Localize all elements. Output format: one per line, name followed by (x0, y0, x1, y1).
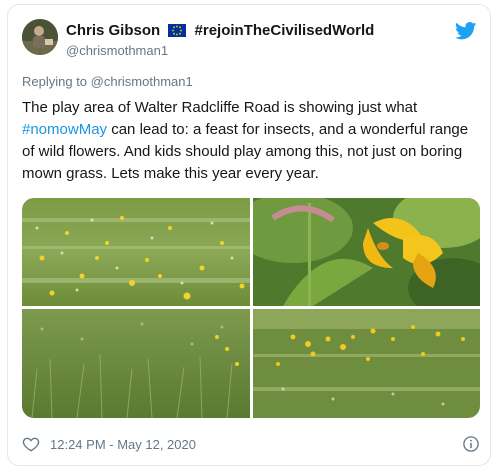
photo-flower-closeup[interactable] (253, 198, 480, 306)
info-icon[interactable] (462, 435, 480, 453)
tweet-card: Chris Gibson #rejoinTheCivilisedWorld @c… (7, 4, 491, 466)
timestamp[interactable]: 12:24 PM - May 12, 2020 (50, 437, 196, 452)
photo-meadow-1[interactable] (22, 198, 250, 306)
twitter-bird-icon[interactable] (455, 22, 477, 40)
author-name-hashtag: #rejoinTheCivilisedWorld (194, 22, 375, 39)
author-name-line[interactable]: Chris Gibson #rejoinTheCivilisedWorld (66, 22, 374, 39)
replying-to: Replying to @chrismothman1 (22, 74, 193, 89)
photo-meadow-2[interactable] (22, 309, 250, 418)
author-handle[interactable]: @chrismothman1 (66, 43, 168, 58)
replying-to-label: Replying to (22, 74, 91, 89)
hashtag-link[interactable]: #nomowMay (22, 121, 107, 138)
heart-icon[interactable] (22, 435, 40, 453)
photo-grid (22, 198, 480, 418)
photo-meadow-3[interactable] (253, 309, 480, 418)
tweet-footer: 12:24 PM - May 12, 2020 (22, 435, 480, 455)
tweet-text: The play area of Walter Radcliffe Road i… (22, 97, 480, 185)
tweet-text-part1: The play area of Walter Radcliffe Road i… (22, 99, 418, 116)
author-name[interactable]: Chris Gibson (66, 22, 160, 39)
reply-target-link[interactable]: @chrismothman1 (91, 74, 193, 89)
eu-flag-icon (168, 24, 187, 37)
avatar[interactable] (22, 19, 58, 55)
